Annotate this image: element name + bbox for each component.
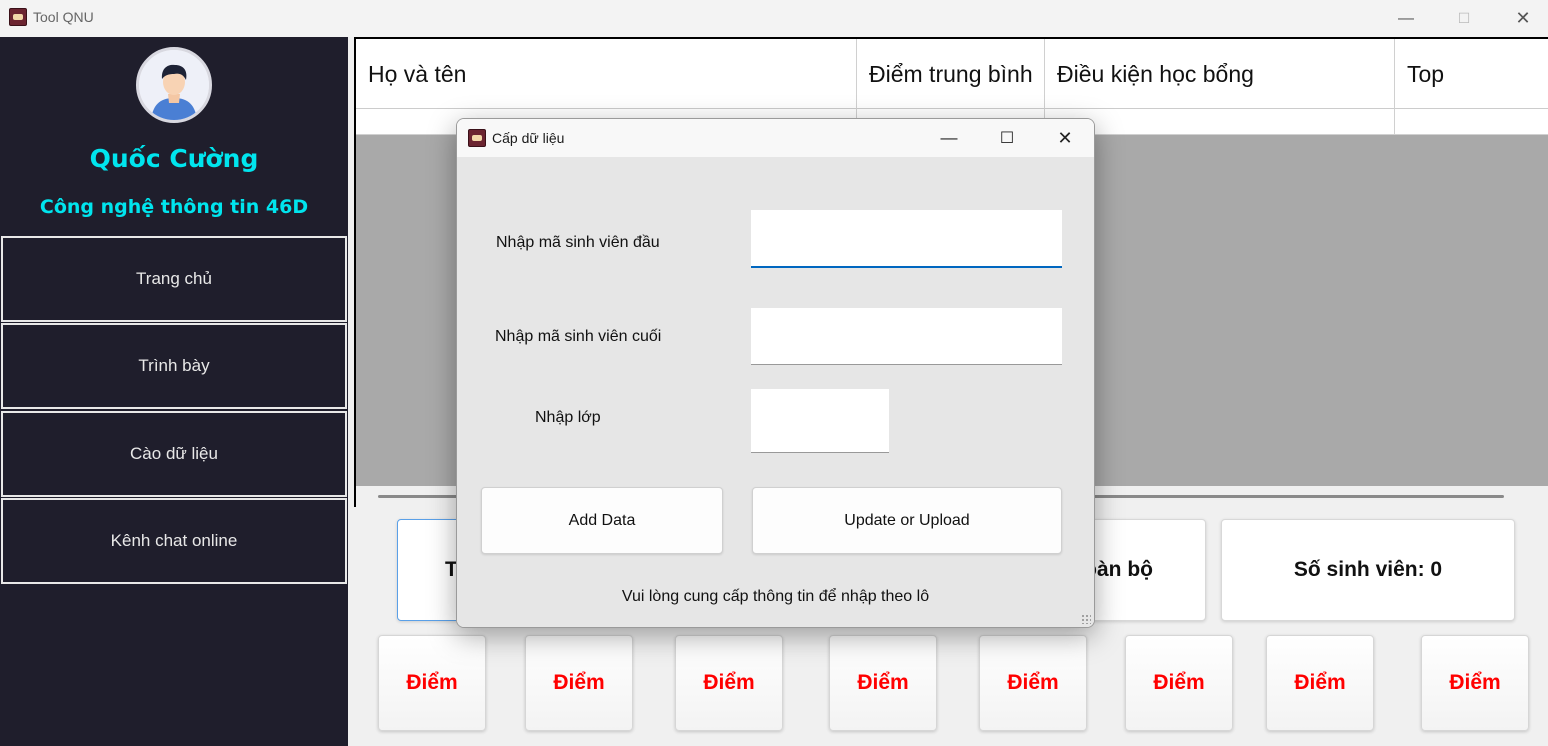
- score-button[interactable]: Điểm: [1421, 635, 1529, 731]
- sidebar-item-label: Kênh chat online: [110, 531, 238, 550]
- class-label: Nhập lớp: [535, 409, 601, 426]
- class-input[interactable]: [751, 389, 889, 453]
- sidebar-item-home[interactable]: Trang chủ: [1, 236, 347, 322]
- column-header-top[interactable]: Top: [1395, 39, 1548, 109]
- student-count-card[interactable]: Số sinh viên: 0: [1221, 519, 1515, 621]
- window-title: Tool QNU: [33, 9, 94, 25]
- resize-grip-icon[interactable]: [1081, 614, 1091, 624]
- start-id-input[interactable]: [751, 210, 1062, 268]
- user-name: Quốc Cường: [89, 144, 259, 173]
- close-icon[interactable]: ✕: [1494, 0, 1548, 37]
- update-upload-button[interactable]: Update or Upload: [752, 487, 1062, 554]
- score-button[interactable]: Điểm: [829, 635, 937, 731]
- column-header-scholarship[interactable]: Điều kiện học bổng: [1045, 39, 1395, 109]
- dialog-app-icon: [468, 129, 486, 147]
- sidebar-item-scrape-data[interactable]: Cào dữ liệu: [1, 411, 347, 497]
- sidebar-item-label: Trình bày: [138, 356, 210, 375]
- score-button[interactable]: Điểm: [378, 635, 486, 731]
- grid-header: Họ và tên Điểm trung bình Điều kiện học …: [356, 39, 1548, 109]
- minimize-icon[interactable]: —: [1377, 0, 1435, 37]
- end-id-input[interactable]: [751, 308, 1062, 365]
- add-data-button[interactable]: Add Data: [481, 487, 723, 554]
- dialog-close-icon[interactable]: ✕: [1036, 119, 1094, 157]
- start-id-label: Nhập mã sinh viên đầu: [496, 234, 660, 251]
- score-button[interactable]: Điểm: [675, 635, 783, 731]
- sidebar-item-presentation[interactable]: Trình bày: [1, 323, 347, 409]
- column-header-name[interactable]: Họ và tên: [356, 39, 857, 109]
- maximize-icon[interactable]: ☐: [1435, 0, 1493, 37]
- table-cell[interactable]: [1045, 109, 1395, 135]
- sidebar: Quốc Cường Công nghệ thông tin 46D Trang…: [0, 37, 348, 746]
- dialog-title: Cấp dữ liệu: [492, 130, 565, 146]
- column-header-gpa[interactable]: Điểm trung bình: [857, 39, 1045, 109]
- score-button[interactable]: Điểm: [1125, 635, 1233, 731]
- table-cell[interactable]: [1395, 109, 1548, 135]
- app-icon: [9, 8, 27, 26]
- dialog-body: Nhập mã sinh viên đầu Nhập mã sinh viên …: [457, 157, 1094, 627]
- user-class: Công nghệ thông tin 46D: [39, 196, 309, 218]
- window-titlebar: Tool QNU — ☐ ✕: [0, 0, 1548, 37]
- dialog-note: Vui lòng cung cấp thông tin để nhập theo…: [621, 588, 930, 605]
- dialog-maximize-icon[interactable]: ☐: [978, 119, 1036, 157]
- score-button[interactable]: Điểm: [1266, 635, 1374, 731]
- sidebar-item-label: Cào dữ liệu: [130, 444, 218, 463]
- score-button[interactable]: Điểm: [979, 635, 1087, 731]
- avatar: [136, 47, 212, 123]
- student-count-label: Số sinh viên: 0: [1293, 558, 1443, 581]
- user-avatar-icon: [139, 50, 209, 120]
- sidebar-item-online-chat[interactable]: Kênh chat online: [1, 498, 347, 584]
- dialog-titlebar: Cấp dữ liệu — ☐ ✕: [457, 119, 1094, 157]
- dialog-minimize-icon[interactable]: —: [920, 119, 978, 157]
- score-button[interactable]: Điểm: [525, 635, 633, 731]
- sidebar-item-label: Trang chủ: [136, 269, 212, 288]
- data-entry-dialog: Cấp dữ liệu — ☐ ✕ Nhập mã sinh viên đầu …: [456, 118, 1095, 628]
- end-id-label: Nhập mã sinh viên cuối: [495, 328, 662, 345]
